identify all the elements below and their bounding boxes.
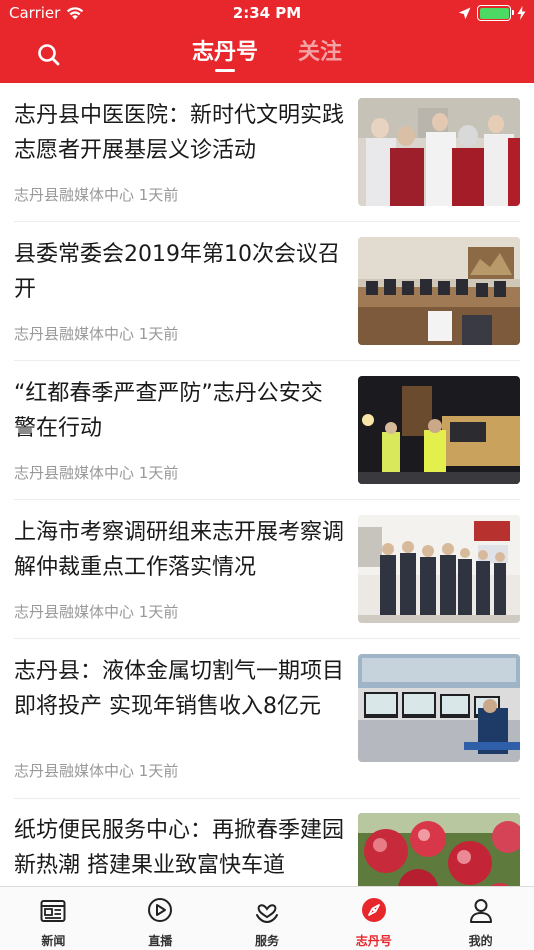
article-title: 志丹县中医医院：新时代文明实践志愿者开展基层义诊活动 bbox=[14, 103, 345, 163]
article-meta: 志丹县融媒体中心 1天前 bbox=[14, 184, 178, 205]
article-time: 1天前 bbox=[138, 464, 179, 482]
article-time: 1天前 bbox=[138, 762, 179, 780]
article-time: 1天前 bbox=[138, 603, 179, 621]
status-time: 2:34 PM bbox=[232, 4, 302, 22]
location-arrow-icon bbox=[458, 7, 471, 19]
article-card[interactable]: “红都春季严查严防”志丹公安交警在行动 志丹县融媒体中心 1天前 bbox=[14, 376, 520, 486]
active-tab-indicator bbox=[214, 69, 235, 72]
medical-volunteers-photo bbox=[358, 98, 520, 206]
article-meta: 志丹县融媒体中心 1天前 bbox=[14, 323, 178, 344]
tabbar-service[interactable]: 服务 bbox=[214, 887, 321, 950]
apples-photo bbox=[358, 813, 520, 886]
tabbar-live[interactable]: 直播 bbox=[107, 887, 214, 950]
app-header: Carrier 2:34 PM 志丹号 关注 bbox=[0, 0, 534, 83]
article-meta: 志丹县融媒体中心 1天前 bbox=[14, 601, 178, 622]
article-source: 志丹县融媒体中心 bbox=[14, 186, 135, 204]
status-indicators bbox=[458, 5, 526, 21]
article-title: 上海市考察调研组来志开展考察调解仲裁重点工作落实情况 bbox=[14, 520, 345, 580]
article-title: 志丹县：液体金属切割气一期项目即将投产 实现年销售收入8亿元 bbox=[14, 659, 345, 719]
article-card[interactable]: 纸坊便民服务中心：再掀春季建园新热潮 搭建果业致富快车道 bbox=[14, 813, 520, 886]
news-icon bbox=[40, 900, 66, 922]
status-bar: Carrier 2:34 PM bbox=[0, 0, 534, 28]
tab-zhidanhao[interactable]: 志丹号 bbox=[192, 38, 258, 72]
feed-divider bbox=[14, 499, 520, 500]
meeting-room-photo bbox=[358, 237, 520, 345]
article-feed[interactable]: 志丹县中医医院：新时代文明实践志愿者开展基层义诊活动 志丹县融媒体中心 1天前 … bbox=[0, 83, 534, 886]
top-nav: 志丹号 关注 bbox=[0, 28, 534, 83]
feed-divider bbox=[14, 360, 520, 361]
article-title: 县委常委会2019年第10次会议召开 bbox=[14, 242, 340, 302]
tabbar-news[interactable]: 新闻 bbox=[0, 887, 107, 950]
charging-bolt-icon bbox=[517, 6, 526, 20]
tab-follow[interactable]: 关注 bbox=[298, 38, 342, 72]
article-time: 1天前 bbox=[138, 186, 179, 204]
service-icon bbox=[255, 904, 278, 924]
article-source: 志丹县融媒体中心 bbox=[14, 603, 135, 621]
tab-follow-label: 关注 bbox=[298, 40, 343, 65]
tabbar-live-label: 直播 bbox=[148, 934, 173, 948]
article-card[interactable]: 上海市考察调研组来志开展考察调解仲裁重点工作落实情况 志丹县融媒体中心 1天前 bbox=[14, 515, 520, 625]
traffic-police-night-photo bbox=[358, 376, 520, 484]
article-card[interactable]: 志丹县：液体金属切割气一期项目即将投产 实现年销售收入8亿元 志丹县融媒体中心 … bbox=[14, 654, 520, 784]
control-room-photo bbox=[358, 654, 520, 762]
article-meta: 志丹县融媒体中心 1天前 bbox=[14, 462, 178, 483]
feed-divider bbox=[14, 638, 520, 639]
bottom-tab-bar: 新闻 直播 服务 志丹号 我的 bbox=[0, 886, 534, 950]
article-meta: 志丹县融媒体中心 1天前 bbox=[14, 760, 178, 781]
battery-icon bbox=[477, 5, 514, 21]
profile-icon bbox=[469, 899, 492, 923]
feed-divider bbox=[14, 798, 520, 799]
feed-divider bbox=[14, 221, 520, 222]
article-card[interactable]: 志丹县中医医院：新时代文明实践志愿者开展基层义诊活动 志丹县融媒体中心 1天前 bbox=[14, 98, 520, 208]
tabbar-service-label: 服务 bbox=[254, 934, 279, 948]
tabbar-zhidanhao-label: 志丹号 bbox=[355, 934, 392, 948]
article-source: 志丹县融媒体中心 bbox=[14, 325, 135, 343]
top-tabs: 志丹号 关注 bbox=[0, 38, 534, 72]
article-title: “红都春季严查严防”志丹公安交警在行动 bbox=[14, 381, 323, 441]
inspection-group-photo bbox=[358, 515, 520, 623]
article-title: 纸坊便民服务中心：再掀春季建园新热潮 搭建果业致富快车道 bbox=[14, 818, 345, 878]
tabbar-news-label: 新闻 bbox=[41, 934, 66, 948]
tab-zhidanhao-label: 志丹号 bbox=[191, 40, 258, 65]
article-card[interactable]: 县委常委会2019年第10次会议召开 志丹县融媒体中心 1天前 bbox=[14, 237, 520, 347]
tabbar-profile-label: 我的 bbox=[468, 934, 493, 948]
tabbar-profile[interactable]: 我的 bbox=[427, 887, 534, 950]
article-time: 1天前 bbox=[138, 325, 179, 343]
compass-icon bbox=[361, 898, 386, 922]
article-source: 志丹县融媒体中心 bbox=[14, 762, 135, 780]
tabbar-zhidanhao[interactable]: 志丹号 bbox=[320, 887, 427, 950]
article-source: 志丹县融媒体中心 bbox=[14, 464, 135, 482]
live-play-icon bbox=[148, 898, 173, 922]
